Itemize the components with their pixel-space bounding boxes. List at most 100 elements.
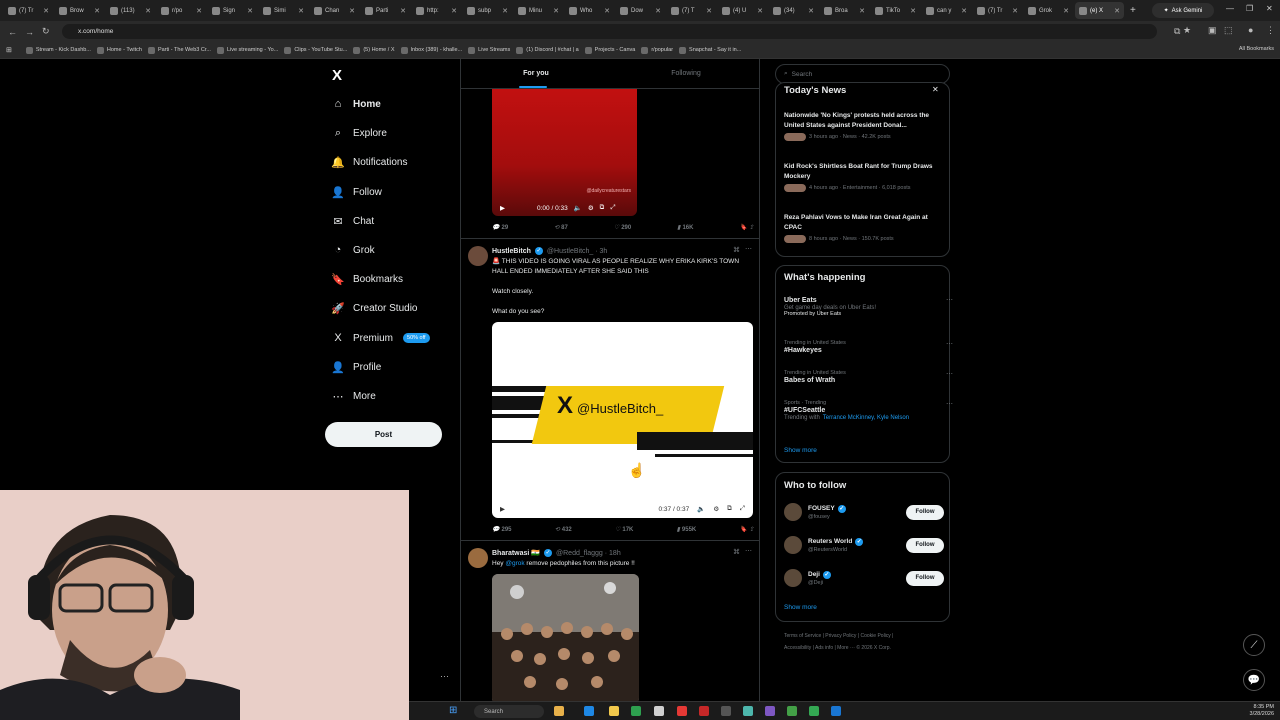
browser-tab[interactable]: Broa ✕ — [820, 2, 869, 19]
browser-tab[interactable]: Who ✕ — [565, 2, 614, 19]
reply-button[interactable]: 💬 295 — [492, 526, 512, 534]
more-options-icon[interactable]: ⋯ — [745, 245, 752, 253]
bookmark-star-icon[interactable]: ★ — [1183, 25, 1191, 36]
tab-close-icon[interactable]: ✕ — [706, 7, 712, 15]
trend-item[interactable]: Uber Eats Get game day deals on Uber Eats… — [784, 296, 953, 317]
sidebar-item-bookmarks[interactable]: 🔖 Bookmarks — [331, 273, 403, 286]
grok-float-icon[interactable]: ⟋ — [1243, 634, 1265, 656]
tweet-image[interactable] — [492, 574, 639, 704]
trend-more-icon[interactable]: ⋯ — [946, 340, 953, 348]
tab-close-icon[interactable]: ✕ — [196, 7, 202, 15]
tab-close-icon[interactable]: ✕ — [808, 7, 814, 15]
extensions-icon[interactable]: ⬚ — [1224, 25, 1233, 36]
follow-button[interactable]: Follow — [906, 570, 944, 586]
chrome-icon[interactable] — [809, 706, 819, 716]
chrome-icon[interactable] — [631, 706, 641, 716]
volume-icon[interactable]: 🔈 — [697, 505, 705, 513]
video-player[interactable]: X @HustleBitch_ ☝ ▶ 0:37 / 0:37 🔈 ⚙ ⧉ ⤢ — [492, 322, 753, 518]
grok-icon[interactable]: ⌘ — [733, 548, 740, 556]
tab-close-icon[interactable]: ✕ — [553, 7, 559, 15]
author-handle[interactable]: @HustleBitch_ · 3h — [547, 248, 607, 255]
video-player[interactable]: @dailycreaturestars ▶ 0:00 / 0:33 🔈 ⚙ ⧉ … — [492, 89, 637, 216]
sidebar-item-grok[interactable]: ◔ Grok — [331, 244, 375, 256]
app-icon[interactable] — [699, 706, 709, 716]
show-more-link[interactable]: Show more — [784, 447, 817, 454]
trend-item[interactable]: Trending in United States #Hawkeyes ⋯ — [784, 340, 953, 354]
browser-tab[interactable]: Minu ✕ — [514, 2, 563, 19]
menu-icon[interactable]: ⋮ — [1266, 25, 1275, 36]
news-item[interactable]: Reza Pahlavi Vows to Make Iran Great Aga… — [784, 213, 944, 243]
taskbar-search[interactable]: Search — [474, 705, 544, 718]
avatar[interactable] — [468, 246, 488, 266]
avatar[interactable] — [784, 503, 802, 521]
browser-tab[interactable]: (7) Tr ✕ — [4, 2, 53, 19]
sidebar-item-notifications[interactable]: 🔔 Notifications — [331, 156, 407, 169]
x-logo[interactable]: X — [332, 67, 342, 84]
browser-tab[interactable]: Simi ✕ — [259, 2, 308, 19]
tab-close-icon[interactable]: ✕ — [910, 7, 916, 15]
bookmark-item[interactable]: Stream - Kick Dashb... — [25, 46, 91, 54]
avatar[interactable] — [784, 569, 802, 587]
close-icon[interactable]: ✕ — [932, 85, 939, 94]
notepad-icon[interactable] — [654, 706, 664, 716]
cast-icon[interactable]: ⧉ — [1174, 26, 1180, 37]
tab-close-icon[interactable]: ✕ — [961, 7, 967, 15]
fullscreen-icon[interactable]: ⤢ — [740, 505, 745, 513]
grok-icon[interactable]: ⌘ — [733, 246, 740, 254]
bookmark-share[interactable]: 🔖 ⇪ — [739, 526, 754, 533]
maximize-icon[interactable]: ❐ — [1246, 4, 1253, 13]
browser-tab[interactable]: (4) U ✕ — [718, 2, 767, 19]
file-explorer-icon[interactable] — [554, 706, 564, 716]
follow-handle[interactable]: @Deji — [808, 580, 831, 586]
sidebar-item-creator-studio[interactable]: 🚀 Creator Studio — [331, 302, 417, 315]
browser-tab[interactable]: (113) ✕ — [106, 2, 155, 19]
bookmark-icon[interactable]: 🔖 — [739, 224, 746, 231]
url-field[interactable]: x.com/home — [62, 24, 1157, 39]
back-icon[interactable]: ← — [8, 27, 17, 37]
tab-close-icon[interactable]: ✕ — [1012, 7, 1018, 15]
browser-tab[interactable]: Dow ✕ — [616, 2, 665, 19]
post-button[interactable]: Post — [325, 422, 442, 447]
browser-tab[interactable]: r/po ✕ — [157, 2, 206, 19]
repost-button[interactable]: ⟲ 87 — [554, 224, 568, 232]
ask-gemini-button[interactable]: ✦ Ask Gemini — [1152, 3, 1214, 18]
tab-following[interactable]: Following — [611, 59, 759, 88]
steam-icon[interactable] — [831, 706, 841, 716]
browser-tab[interactable]: Chan ✕ — [310, 2, 359, 19]
edge-icon[interactable] — [584, 706, 594, 716]
close-window-icon[interactable]: ✕ — [1266, 4, 1273, 13]
new-tab-icon[interactable]: + — [1130, 5, 1136, 16]
settings-icon[interactable]: ⚙ — [713, 505, 719, 513]
views-button[interactable]: ▮ 16K — [677, 224, 693, 232]
trend-more-icon[interactable]: ⋯ — [946, 400, 953, 408]
bookmark-item[interactable]: Snapchat - Say it in... — [679, 46, 741, 54]
author-name[interactable]: HustleBitch — [492, 248, 531, 255]
tab-for-you[interactable]: For you — [461, 59, 611, 88]
tab-close-icon[interactable]: ✕ — [94, 7, 100, 15]
bookmark-item[interactable]: (5) Home / X — [353, 46, 395, 54]
browser-tab[interactable]: http: ✕ — [412, 2, 461, 19]
bookmark-item[interactable]: Live Streams — [468, 46, 510, 54]
like-button[interactable]: ♡ 290 — [614, 224, 631, 232]
trend-item[interactable]: Sports · Trending #UFCSeattle Trending wit… — [784, 400, 953, 421]
browser-tab[interactable]: (7) Tr ✕ — [973, 2, 1022, 19]
tab-close-icon[interactable]: ✕ — [400, 7, 406, 15]
taskbar-clock[interactable]: 8:35 PM 3/28/2026 — [1250, 704, 1274, 718]
app-icon[interactable] — [721, 706, 731, 716]
sidebar-item-more[interactable]: ⋯ More — [331, 390, 376, 403]
follow-handle[interactable]: @fousey — [808, 514, 846, 520]
author-handle[interactable]: @Redd_flaggg · 18h — [556, 550, 621, 557]
browser-tab[interactable]: Brow ✕ — [55, 2, 104, 19]
bookmark-item[interactable]: r/popular — [641, 46, 673, 54]
search-input[interactable]: ⌕ Search — [775, 64, 950, 84]
profile-avatar[interactable]: ● — [1248, 25, 1253, 35]
fullscreen-icon[interactable]: ⤢ — [610, 204, 615, 212]
follow-name[interactable]: Reuters World — [808, 538, 852, 545]
share-icon[interactable]: ⇪ — [749, 224, 754, 231]
bookmark-item[interactable]: Clips - YouTube Stu... — [284, 46, 347, 54]
volume-icon[interactable]: 🔈 — [574, 204, 582, 212]
tab-close-icon[interactable]: ✕ — [349, 7, 355, 15]
browser-tab[interactable]: (34) ✕ — [769, 2, 818, 19]
minimize-icon[interactable]: — — [1226, 4, 1234, 13]
all-bookmarks-button[interactable]: All Bookmarks — [1239, 46, 1274, 52]
